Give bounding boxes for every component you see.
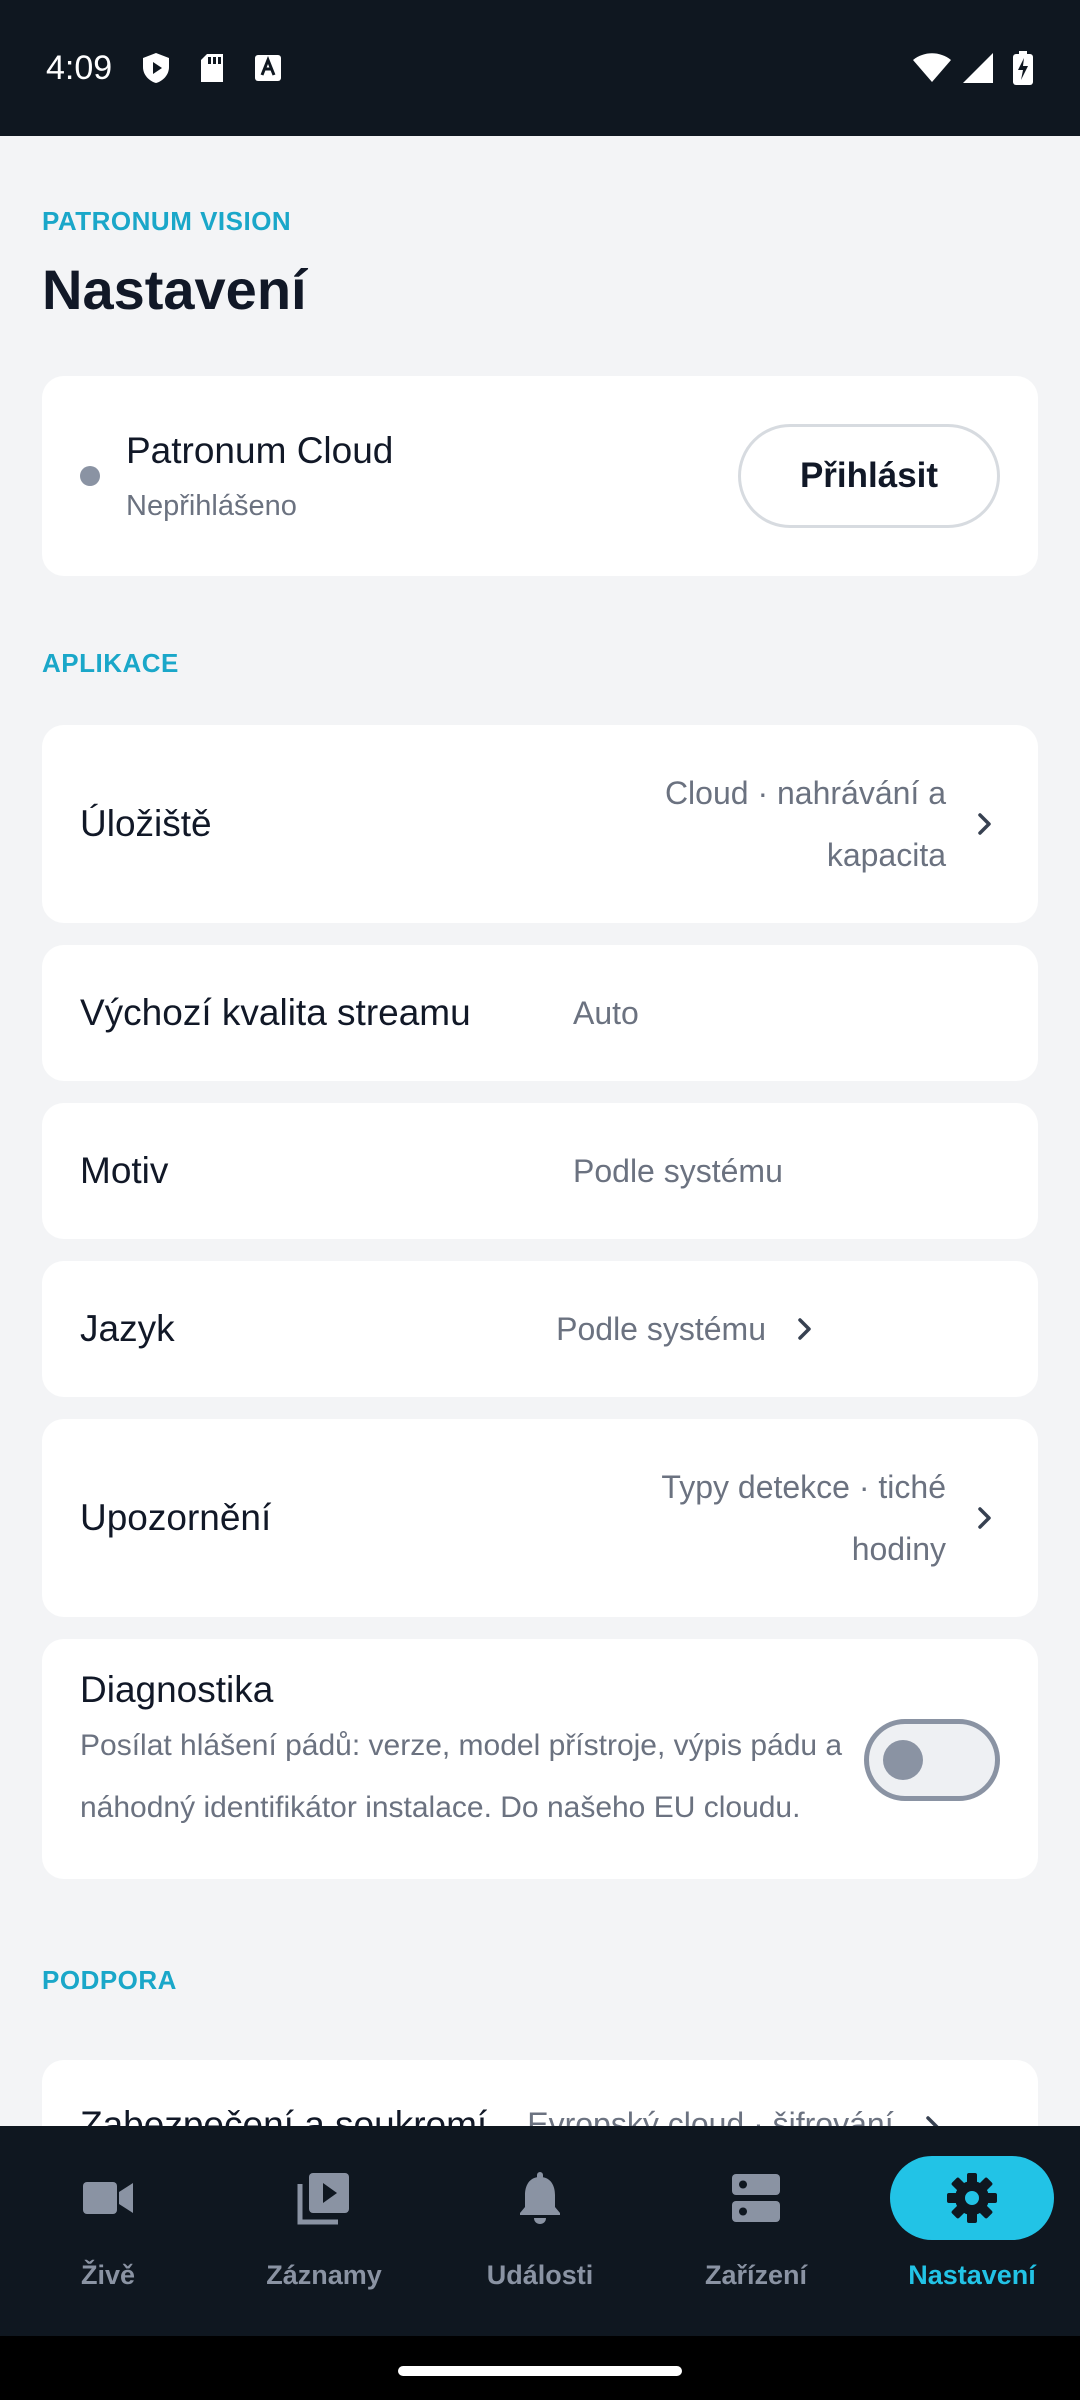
settings-content[interactable]: PATRONUM VISION Nastavení Patronum Cloud…: [0, 136, 1080, 2126]
setting-stream-quality[interactable]: Výchozí kvalita streamu Auto: [42, 945, 1038, 1081]
setting-privacy[interactable]: Zabezpečení a soukromí Evropský cloud · …: [42, 2060, 1038, 2126]
setting-storage-value-line2: kapacita: [826, 837, 946, 873]
setting-diagnostics: Diagnostika Posílat hlášení pádů: verze,…: [42, 1639, 1038, 1879]
setting-diagnostics-desc-line1: Posílat hlášení pádů: verze, model příst…: [80, 1729, 843, 1762]
gesture-handle[interactable]: [398, 2366, 682, 2376]
recordings-icon: [297, 2173, 349, 2225]
setting-privacy-value: Evropský cloud · šifrování: [527, 2106, 894, 2126]
nav-item-settings[interactable]: Nastavení: [864, 2126, 1080, 2336]
devices-icon: [732, 2174, 780, 2222]
diagnostics-toggle[interactable]: [864, 1719, 1000, 1801]
shield-play-icon: [140, 52, 172, 84]
setting-diagnostics-description: Posílat hlášení pádů: verze, model příst…: [80, 1715, 870, 1839]
setting-stream-quality-label: Výchozí kvalita streamu: [80, 992, 471, 1033]
nav-item-devices[interactable]: Zařízení: [648, 2126, 864, 2336]
cloud-status-dot: [80, 466, 100, 486]
gear-icon: [947, 2173, 997, 2223]
setting-notifications[interactable]: Upozornění Typy detekce · tiché hodiny: [42, 1419, 1038, 1617]
setting-notifications-value-line2: hodiny: [851, 1531, 946, 1567]
signal-icon: [962, 52, 994, 84]
setting-notifications-label: Upozornění: [80, 1497, 272, 1538]
chevron-right-icon: [978, 813, 991, 835]
setting-theme[interactable]: Motiv Podle systému: [42, 1103, 1038, 1239]
setting-storage[interactable]: Úložiště Cloud · nahrávání a kapacita: [42, 725, 1038, 923]
status-time: 4:09: [46, 48, 113, 87]
toggle-knob: [883, 1740, 923, 1780]
section-label-app: APLIKACE: [42, 648, 179, 678]
nav-label-events: Události: [486, 2260, 594, 2290]
setting-language-label: Jazyk: [80, 1308, 175, 1349]
cloud-name: Patronum Cloud: [126, 429, 394, 471]
setting-notifications-value-line1: Typy detekce · tiché: [661, 1469, 946, 1505]
setting-storage-label: Úložiště: [80, 803, 212, 844]
setting-language[interactable]: Jazyk Podle systému: [42, 1261, 1038, 1397]
setting-storage-value-line1: Cloud · nahrávání a: [664, 775, 946, 811]
setting-diagnostics-label: Diagnostika: [80, 1669, 274, 1710]
page-title: Nastavení: [42, 258, 307, 321]
nav-label-devices: Zařízení: [704, 2260, 808, 2290]
status-icons-left: [140, 52, 284, 84]
nav-item-recordings[interactable]: Záznamy: [216, 2126, 432, 2336]
nav-item-live[interactable]: Živě: [0, 2126, 216, 2336]
setting-notifications-value: Typy detekce · tiché hodiny: [616, 1456, 946, 1580]
login-button[interactable]: Přihlásit: [738, 424, 1000, 528]
bell-icon: [520, 2172, 560, 2224]
chevron-right-icon: [978, 1507, 991, 1529]
cloud-status: Nepřihlášeno: [126, 489, 297, 522]
status-icons-right: [912, 51, 1034, 85]
battery-charging-icon: [1012, 51, 1034, 85]
nav-label-live: Živě: [80, 2260, 136, 2290]
brand-label: PATRONUM VISION: [42, 206, 292, 236]
cloud-account-card: Patronum Cloud Nepřihlášeno Přihlásit: [42, 376, 1038, 576]
chevron-right-icon: [925, 2116, 938, 2126]
setting-language-value: Podle systému: [556, 1311, 766, 1347]
setting-privacy-label: Zabezpečení a soukromí: [80, 2104, 488, 2126]
font-icon: [252, 52, 284, 84]
status-bar: 4:09: [0, 0, 1080, 136]
setting-theme-label: Motiv: [80, 1150, 169, 1191]
chevron-right-icon: [798, 1318, 811, 1340]
nav-item-events[interactable]: Události: [432, 2126, 648, 2336]
nav-label-settings: Nastavení: [908, 2260, 1036, 2290]
sd-card-icon: [196, 52, 228, 84]
setting-diagnostics-desc-line2: náhodný identifikátor instalace. Do naše…: [80, 1791, 801, 1824]
video-camera-icon: [83, 2182, 133, 2214]
setting-theme-value: Podle systému: [573, 1153, 783, 1189]
section-label-support: PODPORA: [42, 1965, 177, 1995]
bottom-navigation: Živě Záznamy Události Zařízení Nastavení: [0, 2126, 1080, 2336]
gesture-area: [0, 2336, 1080, 2400]
nav-label-recordings: Záznamy: [266, 2260, 382, 2290]
wifi-icon: [912, 52, 952, 84]
setting-storage-value: Cloud · nahrávání a kapacita: [616, 762, 946, 886]
setting-stream-quality-value: Auto: [573, 995, 639, 1031]
nav-active-indicator: [890, 2156, 1054, 2240]
